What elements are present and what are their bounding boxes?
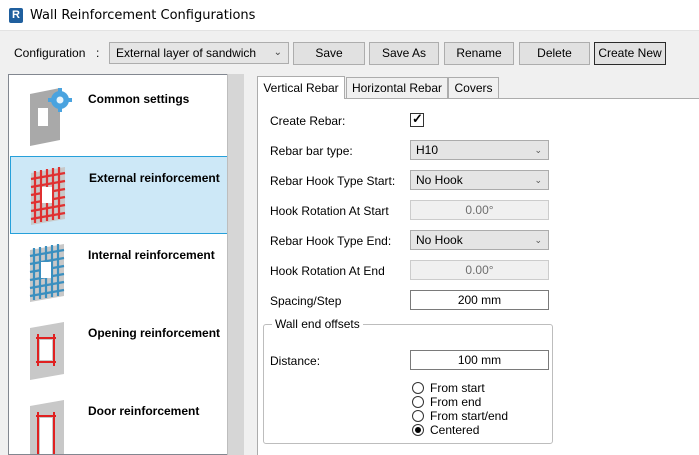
chevron-down-icon: ⌄ [534,235,542,245]
revit-app-icon: R [9,8,23,23]
sidebar-item-label: Opening reinforcement [88,326,221,340]
sidebar-scrollbar[interactable] [227,74,244,455]
door-rebar-icon [30,400,64,454]
radio-button[interactable] [412,410,424,422]
radio-label: From end [430,395,482,409]
save-button[interactable]: Save [293,42,365,65]
chevron-down-icon: ⌄ [534,175,542,185]
configuration-dropdown-value: External layer of sandwich [116,46,257,60]
opening-rebar-icon [30,322,64,380]
radio-button[interactable] [412,396,424,408]
distance-label: Distance: [270,354,321,368]
hook-rotation-end-label: Hook Rotation At End [270,264,385,278]
radio-button[interactable] [412,382,424,394]
hook-type-start-value: No Hook [416,173,463,187]
create-new-button[interactable]: Create New [594,42,666,65]
hook-type-end-label: Rebar Hook Type End: [270,234,392,248]
create-rebar-checkbox[interactable]: ✓ [410,111,424,127]
rebar-bar-type-value: H10 [416,143,439,157]
sidebar-item-label: External reinforcement [89,171,220,185]
create-rebar-label: Create Rebar: [270,114,346,128]
tab-vertical-rebar[interactable]: Vertical Rebar [257,76,345,99]
radio-label: From start [430,381,485,395]
title-bar: R Wall Reinforcement Configurations [0,0,699,31]
sidebar-item-common-settings[interactable]: Common settings [10,78,228,156]
gear-wall-icon [30,88,72,146]
radio-label: From start/end [430,409,509,423]
chevron-down-icon: ⌄ [534,145,542,155]
sidebar-item-label: Door reinforcement [88,404,200,418]
red-mesh-wall-icon [30,167,66,225]
window-title: Wall Reinforcement Configurations [30,8,256,23]
sidebar-item-label: Common settings [88,92,190,106]
radio-button[interactable] [412,424,424,436]
settings-category-list[interactable]: Common settings External reinforcement I… [8,74,244,455]
checkmark-icon: ✓ [412,111,423,126]
radio-label: Centered [430,423,480,437]
spacing-step-label: Spacing/Step [270,294,342,308]
hook-type-end-dropdown[interactable]: No Hook ⌄ [410,230,549,250]
wall-end-offsets-group [263,324,553,444]
rename-button[interactable]: Rename [444,42,514,65]
wall-end-offsets-legend: Wall end offsets [272,317,363,331]
chevron-down-icon: ⌄ [273,47,282,58]
blue-mesh-wall-icon [29,244,65,302]
hook-rotation-start-field: 0.00° [410,200,549,220]
spacing-step-input[interactable]: 200 mm [410,290,549,310]
hook-type-start-dropdown[interactable]: No Hook ⌄ [410,170,549,190]
tab-covers[interactable]: Covers [448,77,499,99]
rebar-bar-type-label: Rebar bar type: [270,144,353,158]
sidebar-item-external-reinforcement[interactable]: External reinforcement [10,156,228,234]
sidebar-item-label: Internal reinforcement [88,248,215,262]
configuration-dropdown[interactable]: External layer of sandwich ⌄ [109,42,289,64]
sidebar-item-internal-reinforcement[interactable]: Internal reinforcement [10,234,228,312]
configuration-label: Configuration [14,46,86,60]
distance-input[interactable]: 100 mm [410,350,549,370]
configuration-colon: : [96,46,100,60]
hook-type-end-value: No Hook [416,233,463,247]
hook-type-start-label: Rebar Hook Type Start: [270,174,396,188]
rebar-bar-type-dropdown[interactable]: H10 ⌄ [410,140,549,160]
sidebar-item-door-reinforcement[interactable]: Door reinforcement [10,390,228,454]
tab-horizontal-rebar[interactable]: Horizontal Rebar [346,77,448,99]
delete-button[interactable]: Delete [519,42,590,65]
save-as-button[interactable]: Save As [369,42,439,65]
hook-rotation-end-field: 0.00° [410,260,549,280]
hook-rotation-start-label: Hook Rotation At Start [270,204,389,218]
sidebar-item-opening-reinforcement[interactable]: Opening reinforcement [10,312,228,390]
